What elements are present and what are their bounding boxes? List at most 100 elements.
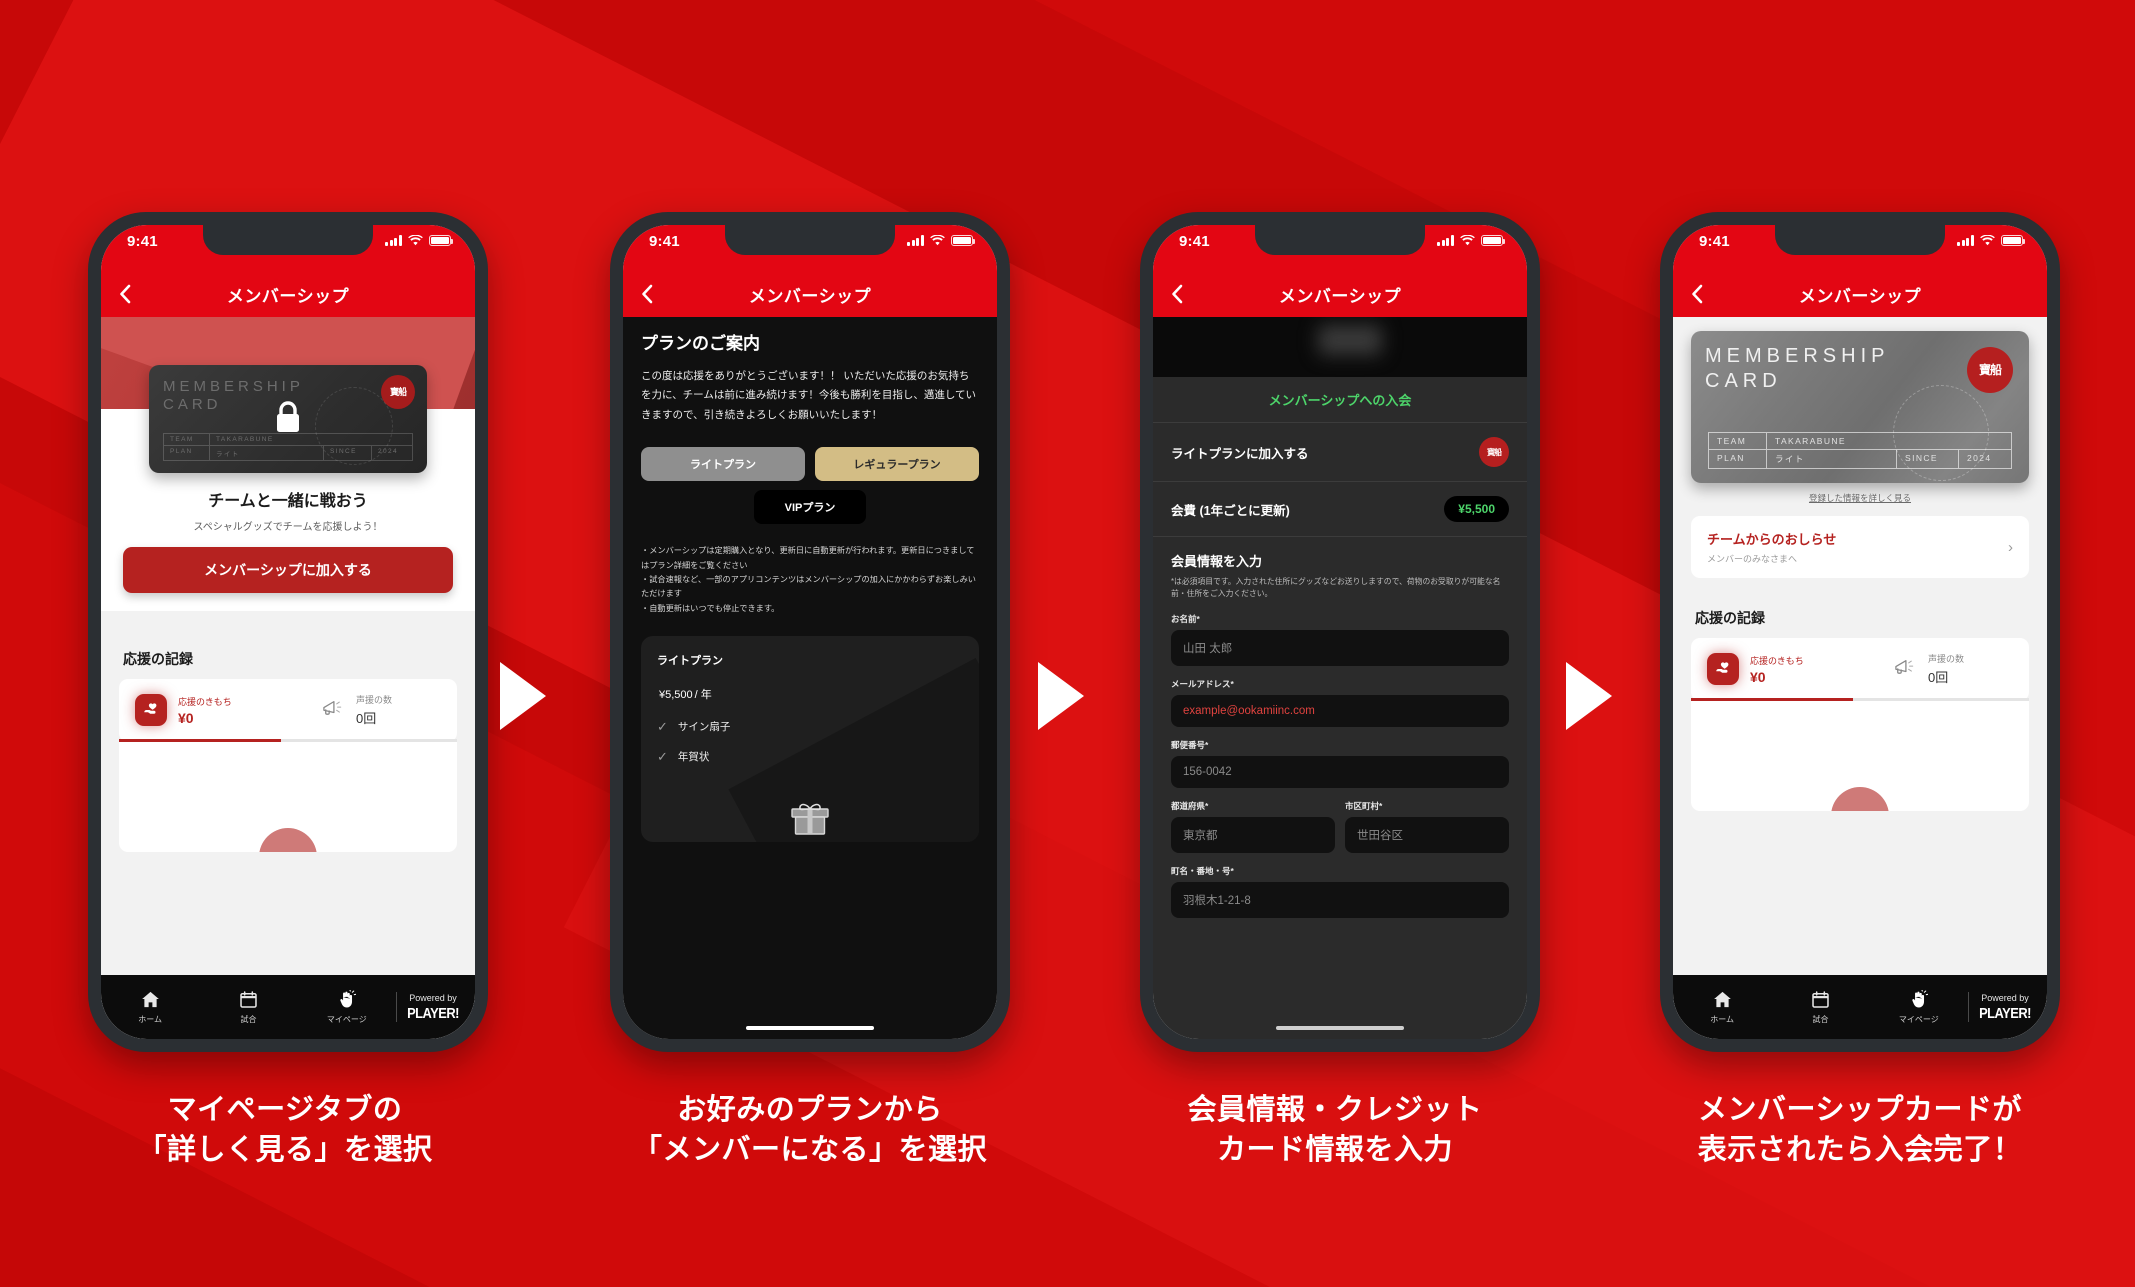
- team-notice-card[interactable]: チームからのおしらせ メンバーのみなさまへ ›: [1691, 516, 2029, 578]
- name-input[interactable]: 山田 太郎: [1171, 629, 1509, 666]
- stage: 9:41 メンバーシップ MEMBERSHIP CARD 寶船 TEAM TAK…: [0, 0, 2135, 1287]
- page-title: メンバーシップ: [1278, 286, 1402, 306]
- view-registered-info-link[interactable]: 登録した情報を詳しく見る: [1691, 483, 2029, 516]
- tab-home-label: ホーム: [1710, 1014, 1735, 1024]
- field-label-email: メールアドレス*: [1171, 678, 1234, 689]
- membership-card-active: MEMBERSHIP CARD 寶船 TEAM TAKARABUNE PLAN ラ…: [1691, 331, 2029, 483]
- battery-icon: [1481, 235, 1506, 246]
- back-button[interactable]: [641, 284, 667, 304]
- tab-matches[interactable]: 試合: [1771, 990, 1869, 1025]
- member-info-form: 会員情報を入力 *は必須項目です。入力された住所にグッズなどお送りしますので、荷…: [1153, 537, 1527, 918]
- wifi-icon: [1980, 235, 1995, 246]
- notch: [1775, 225, 1945, 255]
- sheet-title: メンバーシップへの入会: [1268, 393, 1412, 408]
- step-arrow-3: [1566, 662, 1612, 730]
- back-button[interactable]: [1171, 284, 1197, 304]
- status-time: 9:41: [1699, 233, 1730, 250]
- card-table: TEAM TAKARABUNE PLAN ライト SINCE 2024: [163, 433, 413, 461]
- caption-line-1: マイページタブの: [167, 1094, 403, 1126]
- home-indicator: [1276, 1026, 1404, 1030]
- card-title-line2: CARD: [1705, 370, 1782, 392]
- feeling-value: ¥0: [1750, 668, 1766, 685]
- step-arrow-2: [1038, 662, 1084, 730]
- screen-3: 9:41 メンバーシップ メンバーシップへの入会 close-icon ラ: [1153, 225, 1527, 1039]
- powered-by-block: Powered by PLAYER!: [1969, 993, 2047, 1022]
- prefecture-input[interactable]: 東京都: [1171, 816, 1335, 853]
- membership-card-wrap: MEMBERSHIP CARD 寶船 TEAM TAKARABUNE PLAN ラ…: [1673, 317, 2047, 516]
- support-record-title: 応援の記録: [1695, 610, 1765, 626]
- notch: [725, 225, 895, 255]
- card-table: TEAM TAKARABUNE PLAN ライト SINCE 2024: [1708, 432, 2012, 469]
- tab-mypage[interactable]: マイページ: [1870, 990, 1968, 1025]
- wifi-icon: [1460, 235, 1475, 246]
- player-brand-logo: PLAYER!: [1979, 1004, 2031, 1022]
- status-time: 9:41: [127, 233, 158, 250]
- caption-step-4: メンバーシップカードが 表示されたら入会完了！: [1620, 1090, 2100, 1170]
- megaphone-icon: [1893, 657, 1917, 682]
- plan-notes: ・メンバーシップは定期購入となり、更新日に自動更新が行われます。更新日につきまし…: [641, 546, 976, 613]
- selected-plan-row[interactable]: ライトプランに加入する 寶船: [1153, 423, 1527, 482]
- chevron-right-icon: ›: [2008, 538, 2013, 556]
- gift-icon: [787, 793, 833, 842]
- email-input[interactable]: example@ookamiinc.com: [1171, 694, 1509, 727]
- nav-bar-2: メンバーシップ: [623, 271, 997, 317]
- support-record-card: 応援のきもち ¥0 声援の数 0回: [119, 679, 457, 742]
- postal-code-input[interactable]: 156-0042: [1171, 755, 1509, 788]
- powered-by-label: Powered by: [1981, 992, 2029, 1003]
- plan-card-price: ¥5,500: [659, 688, 693, 701]
- screen4-body: MEMBERSHIP CARD 寶船 TEAM TAKARABUNE PLAN ラ…: [1673, 317, 2047, 1039]
- plan-button-vip[interactable]: VIPプラン: [754, 490, 866, 525]
- home-icon: [1673, 990, 1771, 1010]
- cheer-value: 0回: [356, 711, 377, 726]
- plan-button-row: ライトプラン レギュラープラン: [641, 447, 979, 482]
- caption-line-1: お好みのプランから: [677, 1094, 943, 1126]
- tab-bar-4: ホーム 試合 マイページ Powered by PLAYER!: [1673, 975, 2047, 1039]
- back-button[interactable]: [119, 284, 145, 304]
- back-button[interactable]: [1691, 284, 1717, 304]
- lock-icon: [271, 397, 305, 437]
- powered-by-block: Powered by PLAYER!: [397, 993, 475, 1022]
- tab-home[interactable]: ホーム: [101, 990, 199, 1025]
- join-membership-button[interactable]: メンバーシップに加入する: [123, 547, 453, 593]
- field-label-name: お名前*: [1171, 613, 1200, 624]
- plan-feature-label: サイン扇子: [677, 721, 731, 734]
- plan-button-light[interactable]: ライトプラン: [641, 447, 805, 482]
- powered-by-label: Powered by: [409, 992, 457, 1003]
- support-record-card: 応援のきもち ¥0 声援の数 0回: [1691, 638, 2029, 701]
- wifi-icon: [930, 235, 945, 246]
- notch: [1255, 225, 1425, 255]
- calendar-icon: [1771, 990, 1869, 1010]
- notice-subtitle: メンバーのみなさまへ: [1707, 554, 1798, 564]
- tab-matches-label: 試合: [240, 1014, 257, 1024]
- street-address-input[interactable]: 羽根木1-21-8: [1171, 881, 1509, 918]
- notice-title: チームからのおしらせ: [1707, 532, 1837, 547]
- card-table-row: TEAM TAKARABUNE: [1709, 433, 2011, 450]
- tab-home[interactable]: ホーム: [1673, 990, 1771, 1025]
- tab-mypage[interactable]: マイページ: [298, 990, 396, 1025]
- blurred-background-strip: [1153, 317, 1527, 377]
- status-time: 9:41: [649, 233, 680, 250]
- tab-mypage-label: マイページ: [1898, 1014, 1939, 1024]
- card-cell-team-value: TAKARABUNE: [1775, 436, 1846, 446]
- card-cell-plan-value: ライト: [1767, 450, 1897, 468]
- card-title-line2: CARD: [163, 396, 222, 414]
- player-brand-logo: PLAYER!: [407, 1004, 459, 1022]
- team-stamp-icon: 寶船: [1967, 347, 2013, 393]
- caption-line-2: 「メンバーになる」を選択: [632, 1134, 987, 1167]
- tab-matches[interactable]: 試合: [199, 990, 297, 1025]
- caption-step-2: お好みのプランから 「メンバーになる」を選択: [570, 1090, 1050, 1170]
- phone-mockup-1: 9:41 メンバーシップ MEMBERSHIP CARD 寶船 TEAM TAK…: [88, 212, 488, 1052]
- city-input[interactable]: 世田谷区: [1345, 816, 1509, 853]
- caption-line-2: 表示されたら入会完了！: [1697, 1134, 2023, 1167]
- cheer-value: 0回: [1928, 670, 1949, 685]
- field-label-street: 町名・番地・号*: [1171, 865, 1234, 876]
- plan-button-regular[interactable]: レギュラープラン: [815, 447, 979, 482]
- card-table-row: PLAN ライト SINCE 2024: [164, 446, 412, 460]
- cheer-label: 声援の数: [356, 695, 393, 705]
- megaphone-icon: [321, 698, 345, 723]
- form-heading: 会員情報を入力: [1171, 554, 1263, 569]
- nav-bar-4: メンバーシップ: [1673, 271, 2047, 317]
- cellular-signal-icon: [1437, 235, 1454, 246]
- battery-icon: [2001, 235, 2026, 246]
- cellular-signal-icon: [907, 235, 924, 246]
